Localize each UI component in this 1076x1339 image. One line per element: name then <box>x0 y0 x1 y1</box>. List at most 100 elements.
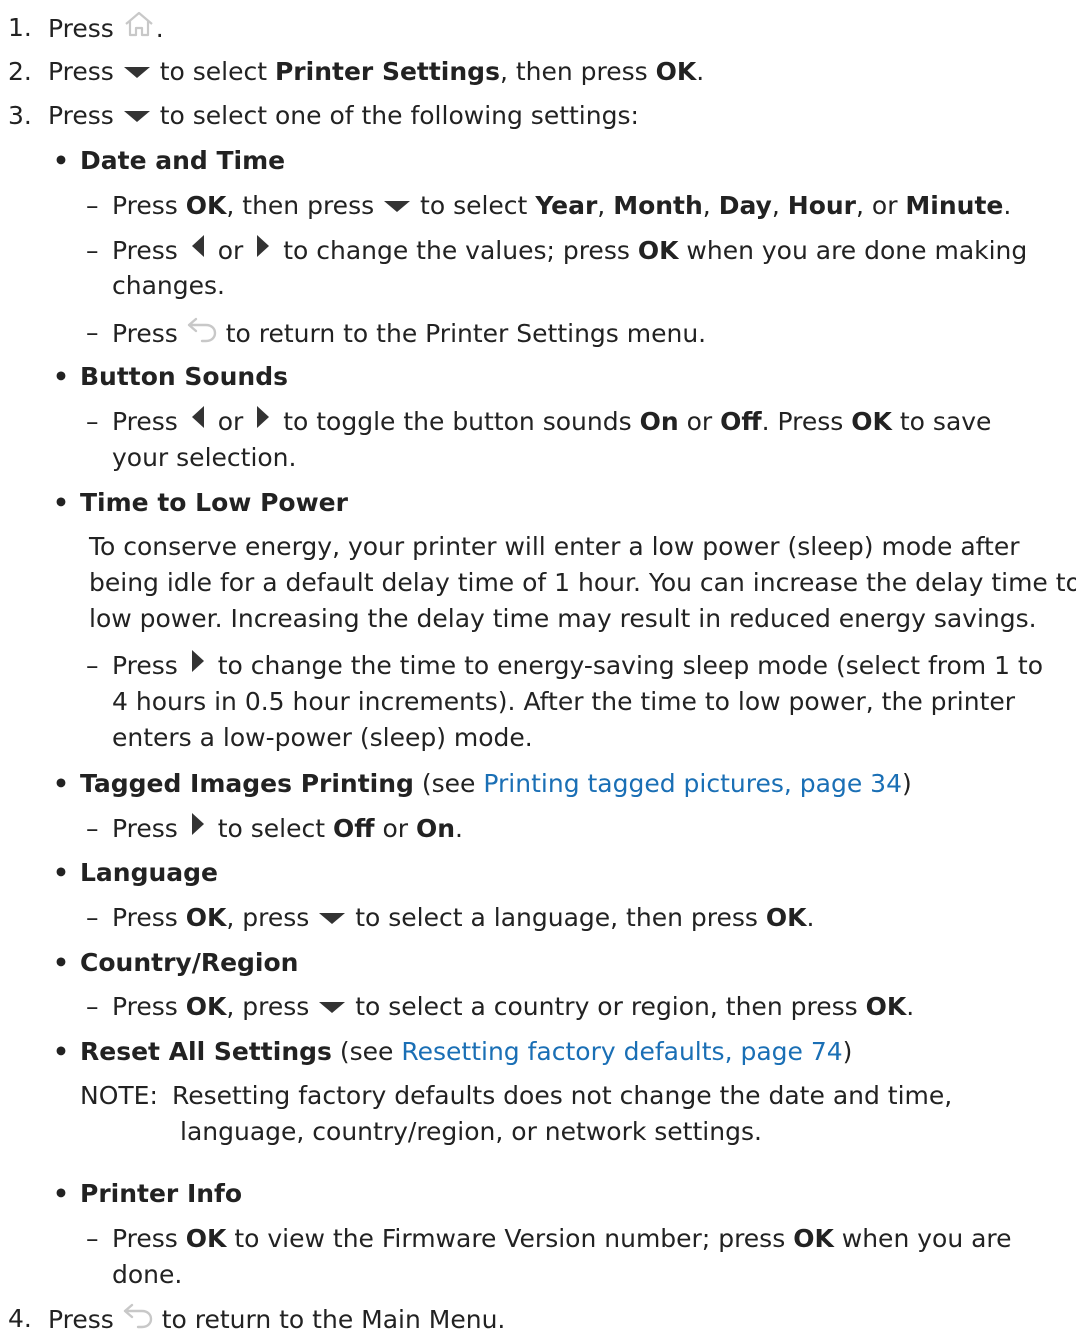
text: to select <box>217 814 326 843</box>
text: to select a language, then press <box>355 903 758 932</box>
low-power-line-1b: 4 hours in 0.5 hour increments). After t… <box>112 687 1016 716</box>
step-2-t2: , then press <box>499 57 648 86</box>
ok-label: OK <box>851 407 892 436</box>
bullet: • <box>53 1037 69 1066</box>
step-1-text: Press . <box>48 10 164 48</box>
date-time-heading: Date and Time <box>80 146 286 175</box>
press-word: Press <box>112 814 178 843</box>
ok-label: OK <box>865 992 907 1021</box>
button-sounds-line-1b: your selection. <box>112 443 297 472</box>
on-label: On <box>639 407 679 436</box>
down-arrow-icon <box>317 901 347 933</box>
bullet: • <box>53 948 69 977</box>
text: (see <box>339 1037 394 1066</box>
reset-heading: Reset All Settings <box>80 1037 332 1066</box>
right-arrow-icon <box>186 811 210 845</box>
dash: – <box>86 407 99 436</box>
ok-label: OK <box>185 992 227 1021</box>
text: . <box>1003 191 1012 220</box>
day-label: Day <box>718 191 772 220</box>
press-word: Press <box>48 57 114 86</box>
step-4-number: 4. <box>8 1304 32 1333</box>
low-power-para-1: To conserve energy, your printer will en… <box>89 532 1020 561</box>
printer-settings-label: Printer Settings <box>274 57 500 86</box>
text: to save <box>899 407 992 436</box>
text: , <box>771 191 780 220</box>
text: or <box>686 407 713 436</box>
right-arrow-icon <box>186 648 210 682</box>
minute-label: Minute <box>905 191 1004 220</box>
press-word: Press <box>48 101 114 130</box>
step-3-text: Press to select one of the following set… <box>48 100 639 133</box>
down-arrow-icon <box>317 990 347 1022</box>
dash: – <box>86 651 99 680</box>
text: when you are <box>841 1224 1012 1253</box>
off-label: Off <box>720 407 762 436</box>
language-line-1: Press OK, press to select a language, th… <box>112 902 814 935</box>
text: ) <box>842 1037 853 1066</box>
bullet: • <box>53 488 69 517</box>
low-power-line-1c: enters a low-power (sleep) mode. <box>112 723 533 752</box>
tagged-heading: Tagged Images Printing <box>80 769 414 798</box>
step-1-number: 1. <box>8 13 32 42</box>
low-power-para-3: low power. Increasing the delay time may… <box>89 604 1037 633</box>
text: to change the time to energy-saving slee… <box>217 651 1044 680</box>
ok-label: OK <box>765 903 807 932</box>
printer-info-heading: Printer Info <box>80 1179 243 1208</box>
right-arrow-icon <box>251 404 275 438</box>
ok-label: OK <box>185 903 227 932</box>
text: to select <box>420 191 528 220</box>
resetting-factory-defaults-link[interactable]: Resetting factory defaults, page 74 <box>401 1037 842 1066</box>
dash: – <box>86 903 99 932</box>
bullet: • <box>53 146 69 175</box>
ok-label: OK <box>185 1224 227 1253</box>
text: , or <box>856 191 898 220</box>
country-line-1: Press OK, press to select a country or r… <box>112 991 914 1024</box>
text: to return to the Printer Settings menu. <box>225 319 707 348</box>
press-word: Press <box>112 407 178 436</box>
home-icon <box>122 10 156 46</box>
ok-label: OK <box>637 236 679 265</box>
step-4-text: Press to return to the Main Menu. <box>48 1303 505 1339</box>
tagged-line-1: Press to select Off or On. <box>112 813 463 847</box>
bullet: • <box>53 1179 69 1208</box>
printer-info-line-1b: done. <box>112 1260 183 1289</box>
text: . Press <box>761 407 844 436</box>
date-time-line-1: Press OK, then press to select Year, Mon… <box>112 190 1011 223</box>
ok-label: OK <box>655 57 697 86</box>
press-word: Press <box>112 992 178 1021</box>
country-heading: Country/Region <box>80 948 299 977</box>
low-power-para-2: being idle for a default delay time of 1… <box>89 568 1076 597</box>
press-word: Press <box>112 1224 178 1253</box>
text: . <box>455 814 463 843</box>
printing-tagged-pictures-link[interactable]: Printing tagged pictures, page 34 <box>483 769 902 798</box>
hour-label: Hour <box>787 191 856 220</box>
low-power-heading: Time to Low Power <box>80 488 348 517</box>
tagged-heading-line: Tagged Images Printing (see Printing tag… <box>80 768 912 800</box>
text: to return to the Main Menu. <box>161 1305 506 1334</box>
press-word: Press <box>112 903 178 932</box>
text: or <box>382 814 409 843</box>
bullet: • <box>53 362 69 391</box>
down-arrow-icon <box>122 55 152 87</box>
dash: – <box>86 191 99 220</box>
on-label: On <box>415 814 456 843</box>
text: or <box>217 407 244 436</box>
text: or <box>217 236 244 265</box>
step-1-press: Press <box>48 14 114 43</box>
language-heading: Language <box>80 858 219 887</box>
right-arrow-icon <box>251 233 275 267</box>
bullet: • <box>53 858 69 887</box>
left-arrow-icon <box>186 233 210 267</box>
text: to change the values; press <box>283 236 630 265</box>
step-2-t3: . <box>696 57 705 86</box>
text: when you are done making <box>686 236 1028 265</box>
dash: – <box>86 1224 99 1253</box>
year-label: Year <box>535 191 598 220</box>
button-sounds-heading: Button Sounds <box>80 362 288 391</box>
text: to select a country or region, then pres… <box>355 992 858 1021</box>
text: , <box>597 191 606 220</box>
text: ) <box>902 769 912 798</box>
ok-label: OK <box>793 1224 834 1253</box>
text: , press <box>226 903 310 932</box>
